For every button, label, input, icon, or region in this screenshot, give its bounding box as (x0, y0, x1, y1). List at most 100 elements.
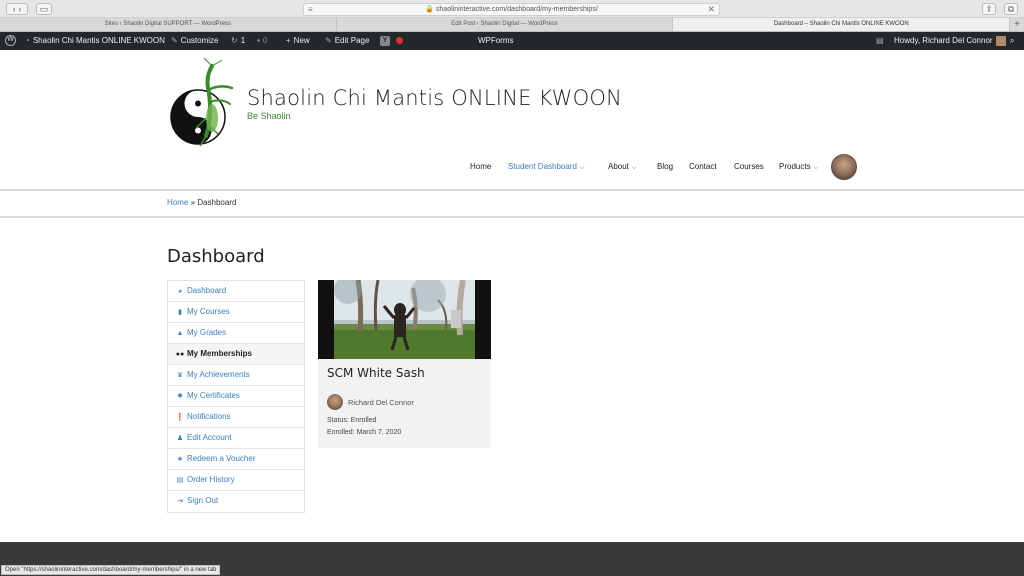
chevron-down-icon: ⌵ (813, 165, 819, 171)
membership-author: Richard Del Connor (348, 398, 414, 407)
admin-new-label: New (293, 36, 310, 45)
graduation-cap-icon: ▲ (176, 330, 184, 337)
author-avatar (327, 394, 343, 410)
admin-comments[interactable]: ▪ 0 (257, 32, 267, 50)
menu-label: My Courses (187, 307, 230, 316)
dashboard-icon: ◕ (177, 288, 183, 295)
menu-item-sign-out[interactable]: ⇥ Sign Out (168, 491, 304, 512)
star-icon: ★ (176, 456, 184, 463)
breadcrumb-current: Dashboard (197, 198, 237, 207)
browser-tab-sites[interactable]: Sites ‹ Shaolin Digital SUPPORT — WordPr… (0, 18, 337, 31)
yoast-seo-icon[interactable]: Y (380, 32, 390, 50)
membership-title[interactable]: SCM White Sash (327, 366, 425, 380)
nav-contact[interactable]: Contact (689, 160, 717, 174)
recording-indicator-icon[interactable] (396, 32, 403, 50)
tab-strip: Sites ‹ Shaolin Digital SUPPORT — WordPr… (0, 18, 1024, 32)
sign-out-icon: ⇥ (177, 498, 183, 505)
browser-toolbar: ‹ › ▭ ≡ 🔒 shaolininteractive.com/dashboar… (0, 0, 1024, 18)
admin-wpforms[interactable]: WPForms (478, 32, 514, 50)
nav-about-label: About (608, 162, 629, 171)
menu-label: Redeem a Voucher (187, 454, 256, 463)
menu-label: Notifications (187, 412, 231, 421)
trophy-icon: ♛ (176, 372, 184, 379)
menu-item-dashboard[interactable]: ◕ Dashboard (168, 281, 304, 302)
admin-customize-label: Customize (180, 36, 219, 45)
tabs-overview-icon[interactable]: ⧉ (1004, 3, 1018, 15)
lock-icon: 🔒 (425, 6, 434, 13)
menu-item-my-certificates[interactable]: ✹ My Certificates (168, 386, 304, 407)
menu-label: My Grades (187, 328, 227, 337)
nav-student-dashboard-label: Student Dashboard (508, 162, 577, 171)
clear-url-icon[interactable]: ✕ (707, 4, 715, 15)
menu-label: Edit Account (187, 433, 232, 442)
admin-edit-page[interactable]: ✎ Edit Page (325, 32, 369, 50)
nav-home[interactable]: Home (470, 160, 491, 174)
admin-avatar (995, 35, 1006, 46)
menu-label: Dashboard (187, 286, 227, 295)
updates-count: 1 (240, 36, 246, 45)
nav-about[interactable]: About ⌵ (608, 160, 636, 175)
header-divider (0, 189, 1024, 191)
breadcrumb: Home » Dashboard (167, 198, 236, 207)
admin-search-icon[interactable]: ⌕ (1010, 32, 1014, 50)
book-icon: ▮ (178, 309, 182, 316)
breadcrumb-separator: » (190, 198, 196, 207)
menu-item-notifications[interactable]: ❗ Notifications (168, 407, 304, 428)
menu-item-order-history[interactable]: ▤ Order History (168, 470, 304, 491)
wordpress-logo-icon[interactable]: W (5, 32, 16, 50)
browser-tab-dashboard[interactable]: Dashboard – Shaolin Chi Mantis ONLINE KW… (673, 18, 1011, 31)
nav-courses[interactable]: Courses (734, 160, 764, 174)
membership-thumbnail[interactable] (318, 280, 491, 359)
sidebar-toggle-icon[interactable]: ▭ (36, 3, 52, 15)
breadcrumb-home[interactable]: Home (167, 198, 188, 207)
breadcrumb-divider (0, 216, 1024, 218)
menu-label: Sign Out (187, 496, 219, 505)
admin-updates[interactable]: ↻ 1 (231, 32, 245, 50)
admin-notes-icon[interactable]: ▤ (876, 32, 887, 50)
menu-item-my-grades[interactable]: ▲ My Grades (168, 323, 304, 344)
admin-site-name[interactable]: ◔ Shaolin Chi Mantis ONLINE KWOON (25, 32, 165, 50)
list-icon: ▤ (176, 477, 184, 484)
admin-customize[interactable]: ✎ Customize (171, 32, 219, 50)
user-avatar[interactable] (831, 154, 857, 180)
membership-enrolled-date: Enrolled: March 7, 2020 (327, 429, 402, 436)
site-logo[interactable] (168, 57, 238, 152)
admin-new[interactable]: + New (286, 32, 310, 50)
dashboard-gauge-icon: ◔ (25, 36, 30, 45)
menu-item-my-memberships[interactable]: ●● My Memberships (168, 344, 304, 365)
menu-item-redeem-voucher[interactable]: ★ Redeem a Voucher (168, 449, 304, 470)
menu-label: Order History (187, 475, 235, 484)
exclamation-icon: ❗ (175, 414, 185, 421)
wp-admin-bar: W ◔ Shaolin Chi Mantis ONLINE KWOON ✎ Cust… (0, 32, 1024, 50)
plus-icon: + (286, 36, 291, 45)
admin-edit-page-label: Edit Page (334, 36, 370, 45)
new-tab-icon[interactable]: + (1010, 18, 1024, 31)
menu-item-my-courses[interactable]: ▮ My Courses (168, 302, 304, 323)
share-icon[interactable]: ⇪ (982, 3, 996, 15)
back-forward-buttons[interactable]: ‹ › (6, 3, 28, 15)
menu-label: My Achievements (187, 370, 250, 379)
pencil-icon: ✎ (325, 36, 332, 45)
browser-tab-edit-post[interactable]: Edit Post ‹ Shaolin Digital — WordPress (337, 18, 674, 31)
menu-item-edit-account[interactable]: ♟ Edit Account (168, 428, 304, 449)
admin-site-name-label: Shaolin Chi Mantis ONLINE KWOON (32, 36, 165, 45)
page-title: Dashboard (167, 246, 265, 267)
admin-account[interactable]: Howdy, Richard Del Connor (894, 32, 1006, 50)
nav-student-dashboard[interactable]: Student Dashboard ⌵ (508, 160, 585, 175)
dashboard-menu: ◕ Dashboard ▮ My Courses ▲ My Grades ●● My M… (167, 280, 305, 513)
address-bar[interactable]: ≡ 🔒 shaolininteractive.com/dashboard/my-m… (303, 3, 720, 16)
reader-icon[interactable]: ≡ (308, 4, 313, 15)
comment-icon: ▪ (257, 36, 260, 45)
menu-item-my-achievements[interactable]: ♛ My Achievements (168, 365, 304, 386)
nav-blog[interactable]: Blog (657, 160, 673, 174)
membership-status: Status: Enrolled (327, 417, 377, 424)
nav-products[interactable]: Products ⌵ (779, 160, 818, 175)
howdy-label: Howdy, Richard Del Connor (894, 36, 993, 45)
comments-count: 0 (262, 36, 268, 45)
site-title[interactable]: Shaolin Chi Mantis ONLINE KWOON (247, 86, 622, 110)
site-tagline: Be Shaolin (247, 111, 291, 121)
membership-card[interactable]: SCM White Sash Richard Del Connor Status… (318, 280, 491, 448)
url-text: shaolininteractive.com/dashboard/my-memb… (435, 6, 598, 13)
menu-label: My Certificates (187, 391, 240, 400)
certificate-icon: ✹ (177, 393, 183, 400)
